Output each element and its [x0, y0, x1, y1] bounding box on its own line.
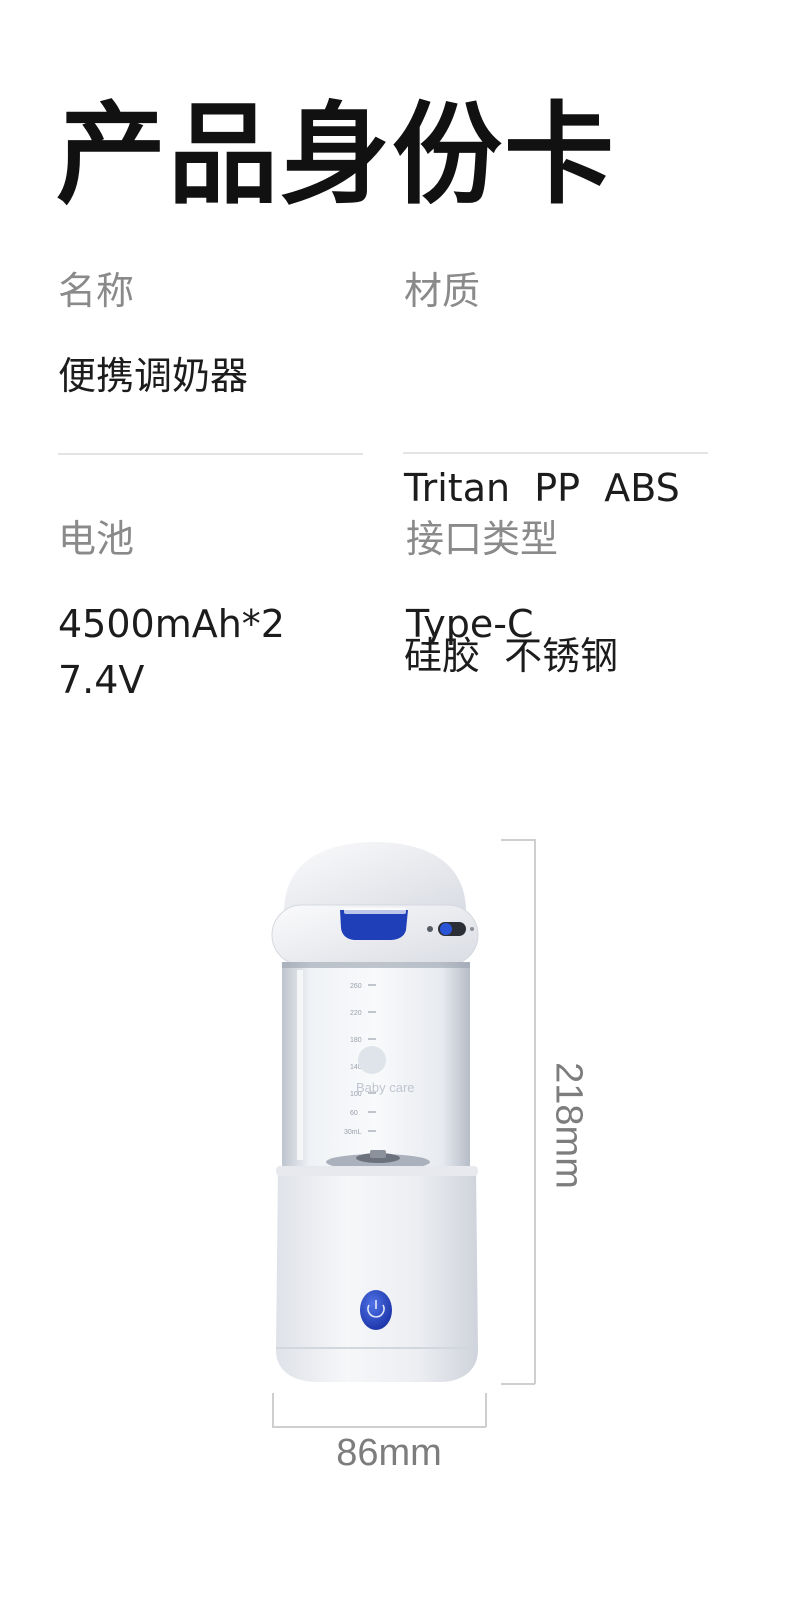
spec-name: 名称 便携调奶器 [58, 272, 363, 404]
divider-right [403, 452, 708, 454]
spec-name-value: 便携调奶器 [58, 348, 363, 404]
svg-text:30mL: 30mL [344, 1129, 362, 1136]
height-line-vertical [534, 839, 536, 1384]
width-dimension: 86mm [336, 1432, 442, 1474]
product-illustration: 260 220 180 140 100 60 30mL Baby care [271, 842, 479, 1382]
spec-interface-value: Type-C [406, 596, 711, 652]
spec-material-value-line: Tritan PP ABS [404, 466, 680, 510]
spec-battery-value-line: 4500mAh*2 [58, 602, 285, 646]
cap-dome [284, 842, 466, 912]
spec-name-value-line: 便携调奶器 [58, 354, 249, 398]
svg-text:220: 220 [350, 1010, 362, 1017]
height-dimension: 218mm [547, 1062, 590, 1189]
scale-marks [368, 984, 376, 1132]
page-title: 产品身份卡 [56, 91, 616, 219]
spec-battery: 电池 4500mAh*2 7.4V [58, 520, 363, 708]
spec-battery-value-line: 7.4V [58, 658, 145, 702]
svg-text:140: 140 [350, 1064, 362, 1071]
spec-interface-label: 接口类型 [406, 517, 559, 561]
scale-labels: 260 220 180 140 100 60 30mL [344, 983, 362, 1136]
spec-material-label: 材质 [404, 269, 481, 313]
spec-battery-label: 电池 [58, 517, 135, 561]
divider-left [58, 453, 363, 455]
height-line-top [501, 839, 535, 841]
width-line-left [272, 1393, 274, 1427]
spec-battery-value: 4500mAh*2 7.4V [58, 596, 363, 708]
width-line-right [485, 1393, 487, 1427]
spec-interface-value-line: Type-C [406, 602, 534, 646]
svg-text:260: 260 [350, 983, 362, 990]
logo-dot [358, 1046, 386, 1074]
base-body [276, 1168, 478, 1382]
spec-interface: 接口类型 Type-C [406, 520, 711, 652]
brand-mark: Baby care [356, 1080, 415, 1095]
svg-text:180: 180 [350, 1037, 362, 1044]
svg-text:60: 60 [350, 1110, 358, 1117]
height-line-bottom [501, 1383, 535, 1385]
latch-icon [340, 910, 408, 940]
width-line-horizontal [272, 1426, 486, 1428]
lock-switch-icon [438, 922, 466, 936]
spec-name-label: 名称 [58, 269, 135, 313]
glass-jar [282, 962, 470, 1172]
power-button-icon [360, 1290, 392, 1330]
svg-text:100: 100 [350, 1091, 362, 1098]
cap-collar [271, 904, 479, 966]
